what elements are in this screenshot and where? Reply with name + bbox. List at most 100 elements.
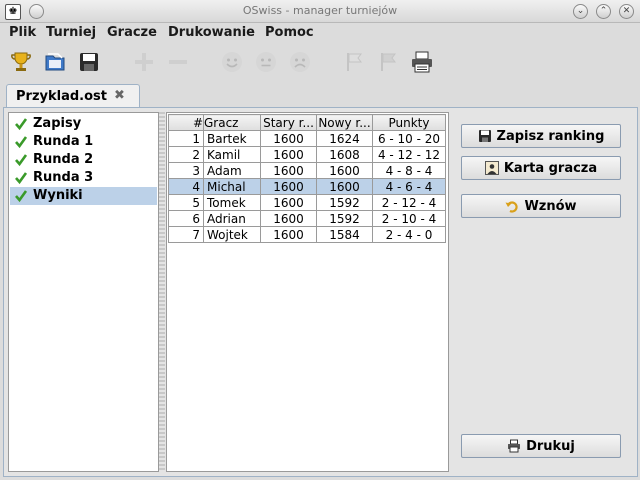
menu-turniej[interactable]: Turniej [46, 25, 96, 40]
cell-player: Adrian [203, 210, 261, 227]
nav-item-wyniki[interactable]: Wyniki [10, 187, 157, 205]
add-icon[interactable] [131, 49, 157, 75]
save-icon [478, 129, 492, 143]
smiley-win-icon[interactable] [219, 49, 245, 75]
menu-gracze[interactable]: Gracze [107, 25, 157, 40]
tournament-panel: Zapisy Runda 1 Runda 2 Runda 3 Wyniki # … [3, 107, 638, 477]
table-row[interactable]: 7 Wojtek 1600 1584 2 - 4 - 0 [168, 226, 446, 243]
check-icon [15, 118, 28, 131]
cell-points: 2 - 12 - 4 [372, 194, 446, 211]
nav-label: Runda 3 [33, 170, 94, 185]
white-flag-icon[interactable] [341, 49, 367, 75]
save-ranking-label: Zapisz ranking [496, 128, 605, 144]
cell-player: Kamil [203, 146, 261, 163]
window-title: OSwiss - manager turniejów [242, 4, 398, 17]
table-row[interactable]: 1 Bartek 1600 1624 6 - 10 - 20 [168, 130, 446, 147]
tab-label: Przyklad.ost [16, 89, 107, 104]
round-list: Zapisy Runda 1 Runda 2 Runda 3 Wyniki [8, 112, 159, 472]
cell-old-rating: 1600 [260, 146, 317, 163]
column-header-old-rating[interactable]: Stary r... [260, 114, 317, 131]
table-row[interactable]: 3 Adam 1600 1600 4 - 8 - 4 [168, 162, 446, 179]
column-header-number[interactable]: # [168, 114, 204, 131]
printer-icon[interactable] [409, 49, 435, 75]
cell-new-rating: 1592 [316, 194, 373, 211]
check-icon [15, 154, 28, 167]
cell-number: 5 [168, 194, 204, 211]
remove-icon[interactable] [165, 49, 191, 75]
player-card-label: Karta gracza [503, 160, 598, 176]
table-row-selected[interactable]: 4 Michal 1600 1600 4 - 6 - 4 [168, 178, 446, 195]
resume-button[interactable]: Wznów [461, 194, 621, 218]
table-row[interactable]: 6 Adrian 1600 1592 2 - 10 - 4 [168, 210, 446, 227]
cell-new-rating: 1584 [316, 226, 373, 243]
black-flag-icon[interactable] [375, 49, 401, 75]
results-table-container: # Gracz Stary r... Nowy r... Punkty 1 Ba… [166, 112, 449, 472]
menu-pomoc[interactable]: Pomoc [265, 25, 314, 40]
cell-new-rating: 1608 [316, 146, 373, 163]
cell-new-rating: 1600 [316, 178, 373, 195]
close-tab-icon[interactable]: ✖ [114, 88, 125, 103]
trophy-icon[interactable] [8, 49, 34, 75]
table-row[interactable]: 2 Kamil 1600 1608 4 - 12 - 12 [168, 146, 446, 163]
cell-new-rating: 1624 [316, 130, 373, 147]
cell-old-rating: 1600 [260, 178, 317, 195]
tab-strip: Przyklad.ost ✖ [4, 84, 638, 109]
player-card-button[interactable]: Karta gracza [461, 156, 621, 180]
nav-label: Zapisy [33, 116, 82, 131]
minimize-button[interactable]: ⌄ [573, 4, 588, 19]
nav-label: Runda 2 [33, 152, 94, 167]
smiley-loss-icon[interactable] [287, 49, 313, 75]
cell-number: 6 [168, 210, 204, 227]
save-icon[interactable] [76, 49, 102, 75]
cell-number: 7 [168, 226, 204, 243]
cell-points: 6 - 10 - 20 [372, 130, 446, 147]
split-pane-divider[interactable] [159, 112, 165, 472]
nav-item-runda-3[interactable]: Runda 3 [10, 169, 157, 187]
cell-points: 4 - 6 - 4 [372, 178, 446, 195]
menu-plik[interactable]: Plik [9, 25, 36, 40]
print-label: Drukuj [526, 438, 575, 454]
results-table: # Gracz Stary r... Nowy r... Punkty 1 Ba… [168, 114, 446, 243]
column-header-player[interactable]: Gracz [203, 114, 261, 131]
cell-player: Adam [203, 162, 261, 179]
check-icon [15, 136, 28, 149]
cell-player: Bartek [203, 130, 261, 147]
cell-new-rating: 1592 [316, 210, 373, 227]
check-icon [15, 172, 28, 185]
cell-points: 4 - 8 - 4 [372, 162, 446, 179]
nav-item-runda-1[interactable]: Runda 1 [10, 133, 157, 151]
nav-item-runda-2[interactable]: Runda 2 [10, 151, 157, 169]
table-row[interactable]: 5 Tomek 1600 1592 2 - 12 - 4 [168, 194, 446, 211]
maximize-button[interactable]: ⌃ [596, 4, 611, 19]
cell-points: 4 - 12 - 12 [372, 146, 446, 163]
nav-label: Runda 1 [33, 134, 94, 149]
cell-old-rating: 1600 [260, 226, 317, 243]
tab-przyklad[interactable]: Przyklad.ost ✖ [6, 84, 140, 109]
smiley-draw-icon[interactable] [253, 49, 279, 75]
undo-arrow-icon [505, 199, 519, 213]
menu-drukowanie[interactable]: Drukowanie [168, 25, 255, 40]
cell-old-rating: 1600 [260, 130, 317, 147]
cell-points: 2 - 4 - 0 [372, 226, 446, 243]
title-bar: ♚ OSwiss - manager turniejów ⌄ ⌃ ✕ [0, 0, 640, 23]
column-header-new-rating[interactable]: Nowy r... [316, 114, 373, 131]
print-button[interactable]: Drukuj [461, 434, 621, 458]
close-window-button[interactable]: ✕ [619, 4, 634, 19]
cell-player: Wojtek [203, 226, 261, 243]
save-ranking-button[interactable]: Zapisz ranking [461, 124, 621, 148]
nav-label: Wyniki [33, 188, 83, 203]
cell-old-rating: 1600 [260, 162, 317, 179]
check-icon [15, 190, 28, 203]
player-card-icon [484, 161, 499, 175]
cell-number: 2 [168, 146, 204, 163]
cell-points: 2 - 10 - 4 [372, 210, 446, 227]
cell-new-rating: 1600 [316, 162, 373, 179]
cell-player: Tomek [203, 194, 261, 211]
open-file-icon[interactable] [42, 49, 68, 75]
nav-item-zapisy[interactable]: Zapisy [10, 115, 157, 133]
cell-number: 4 [168, 178, 204, 195]
cell-old-rating: 1600 [260, 194, 317, 211]
column-header-points[interactable]: Punkty [372, 114, 446, 131]
cell-player: Michal [203, 178, 261, 195]
toolbar [0, 44, 640, 82]
